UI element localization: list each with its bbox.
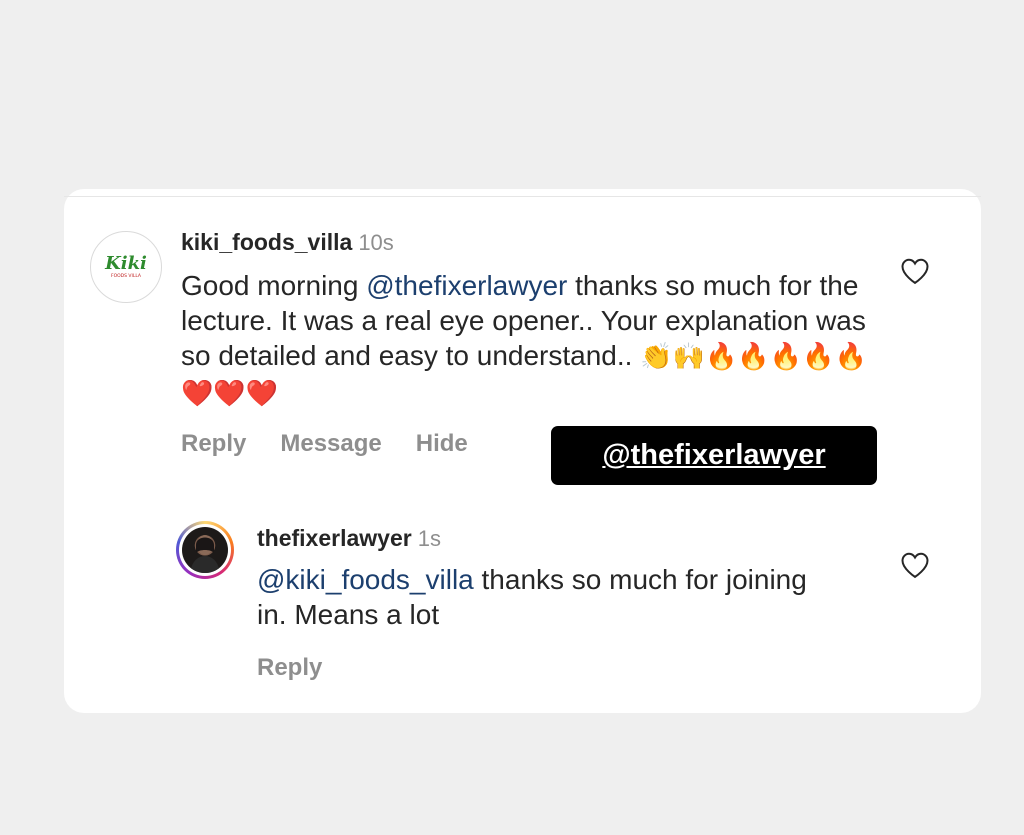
- person-icon: [190, 535, 220, 573]
- kiki-foods-avatar[interactable]: Kiki FOODS VILLA: [90, 231, 162, 303]
- comment-mention[interactable]: @thefixerlawyer: [366, 270, 567, 301]
- comment-text-start: Good morning: [181, 270, 367, 301]
- kiki-logo-icon: Kiki FOODS VILLA: [104, 253, 147, 279]
- comment-text: Good morning @thefixerlawyer thanks so m…: [181, 268, 871, 412]
- reply-text: @kiki_foods_villa thanks so much for joi…: [257, 562, 817, 632]
- reply-actions: Reply: [257, 654, 356, 682]
- comment-header: kiki_foods_villa 10s: [181, 229, 394, 256]
- reply-header: thefixerlawyer 1s: [257, 525, 441, 552]
- message-button[interactable]: Message: [280, 430, 381, 457]
- thefixerlawyer-avatar[interactable]: [176, 521, 234, 579]
- reply-reply-button[interactable]: Reply: [257, 654, 322, 681]
- svg-text:Kiki: Kiki: [104, 253, 147, 274]
- reply-username[interactable]: thefixerlawyer: [257, 525, 412, 551]
- reply-button[interactable]: Reply: [181, 430, 246, 457]
- mention-sticker[interactable]: @thefixerlawyer: [551, 426, 877, 485]
- reply-like-heart-icon[interactable]: [900, 551, 930, 579]
- mention-sticker-text: @thefixerlawyer: [602, 439, 826, 471]
- svg-text:FOODS VILLA: FOODS VILLA: [111, 273, 142, 279]
- card-divider: [64, 196, 981, 197]
- reply-mention[interactable]: @kiki_foods_villa: [257, 564, 474, 595]
- avatar-ring-gap: [179, 524, 231, 576]
- comment-actions: Reply Message Hide: [181, 430, 502, 458]
- reply-time: 1s: [417, 526, 441, 551]
- comment-time: 10s: [358, 230, 394, 255]
- like-heart-icon[interactable]: [900, 257, 930, 285]
- comment-username[interactable]: kiki_foods_villa: [181, 229, 352, 255]
- hide-button[interactable]: Hide: [416, 430, 468, 457]
- profile-photo: [182, 527, 228, 573]
